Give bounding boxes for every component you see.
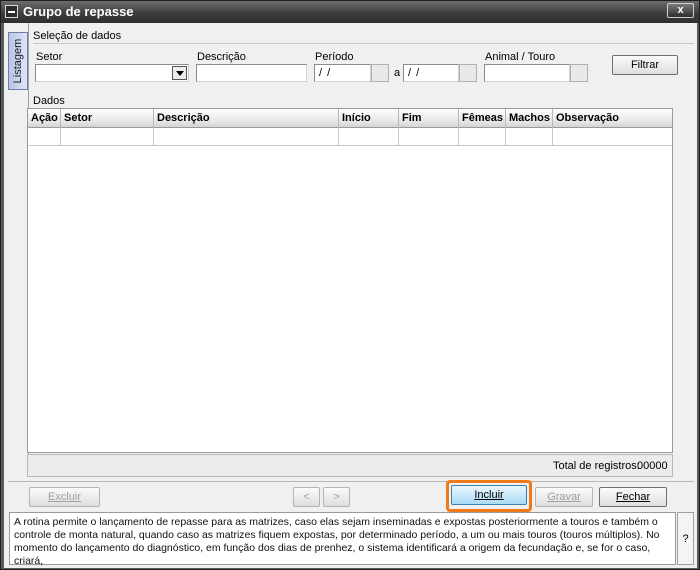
table-cell [61, 128, 154, 146]
grid-header: Ação Setor Descrição Início Fim Fêmeas M… [28, 109, 672, 128]
system-menu-icon[interactable] [5, 5, 18, 18]
incluir-button-label: Incluir [474, 489, 504, 501]
filter-button[interactable]: Filtrar [612, 55, 678, 75]
column-header-descricao[interactable]: Descrição [154, 109, 339, 128]
table-cell [553, 128, 672, 146]
prev-button[interactable]: < [293, 487, 320, 507]
selection-divider [33, 43, 694, 44]
chevron-down-icon[interactable] [172, 66, 187, 80]
app-window: Grupo de repasse x Listagem Seleção de d… [0, 0, 700, 570]
tab-listagem-label: Listagem [12, 38, 24, 84]
setor-select[interactable] [35, 64, 189, 82]
window-client: Listagem Seleção de dados Setor Descriçã… [4, 23, 697, 568]
periodo-to-value: / / [408, 67, 421, 79]
column-header-acao[interactable]: Ação [28, 109, 61, 128]
data-section-label: Dados [33, 95, 65, 107]
tab-listagem[interactable]: Listagem [8, 32, 28, 90]
table-cell [399, 128, 459, 146]
periodo-from-value: / / [319, 67, 332, 79]
animal-input[interactable] [484, 64, 570, 82]
fechar-button[interactable]: Fechar [599, 487, 667, 507]
setor-label: Setor [36, 51, 63, 63]
animal-label: Animal / Touro [485, 51, 556, 63]
gravar-button[interactable]: Gravar [535, 487, 593, 507]
table-cell [459, 128, 506, 146]
gravar-button-label: Gravar [547, 491, 581, 503]
filter-button-label: Filtrar [630, 59, 660, 71]
periodo-from-input[interactable]: / / [314, 64, 371, 82]
column-header-machos[interactable]: Machos [506, 109, 553, 128]
table-row[interactable] [28, 128, 672, 146]
data-grid[interactable]: Ação Setor Descrição Início Fim Fêmeas M… [27, 108, 673, 453]
table-cell [506, 128, 553, 146]
total-label: Total de registros: [553, 460, 640, 472]
column-header-femeas[interactable]: Fêmeas [459, 109, 506, 128]
column-header-inicio[interactable]: Início [339, 109, 399, 128]
table-cell [28, 128, 61, 146]
incluir-button[interactable]: Incluir [451, 485, 527, 505]
column-header-setor[interactable]: Setor [61, 109, 154, 128]
animal-search-button[interactable] [570, 64, 588, 82]
selection-section-label: Seleção de dados [33, 30, 122, 42]
next-button[interactable]: > [323, 487, 350, 507]
table-cell [339, 128, 399, 146]
periodo-to-calendar-button[interactable] [459, 64, 477, 82]
periodo-from-calendar-button[interactable] [371, 64, 389, 82]
excluir-button-label: Excluir [47, 491, 81, 503]
periodo-to-input[interactable]: / / [403, 64, 459, 82]
total-bar: Total de registros: 00000 [27, 454, 673, 477]
window-title: Grupo de repasse [23, 4, 134, 19]
help-text: A rotina permite o lançamento de repasse… [14, 516, 660, 567]
descricao-label: Descrição [197, 51, 246, 63]
total-value: 00000 [637, 460, 668, 472]
help-button[interactable]: ? [677, 512, 694, 565]
descricao-input[interactable] [196, 64, 307, 82]
prev-button-label: < [303, 491, 310, 503]
help-text-box: A rotina permite o lançamento de repasse… [9, 512, 676, 567]
column-header-observacao[interactable]: Observação [553, 109, 672, 128]
help-button-label: ? [682, 533, 689, 545]
excluir-button[interactable]: Excluir [29, 487, 100, 507]
title-bar: Grupo de repasse x [1, 1, 699, 23]
periodo-label: Período [315, 51, 354, 63]
next-button-label: > [333, 491, 340, 503]
column-header-fim[interactable]: Fim [399, 109, 459, 128]
close-button[interactable]: x [667, 3, 694, 18]
table-cell [154, 128, 339, 146]
fechar-button-label: Fechar [615, 491, 651, 503]
periodo-separator: a [394, 67, 401, 79]
